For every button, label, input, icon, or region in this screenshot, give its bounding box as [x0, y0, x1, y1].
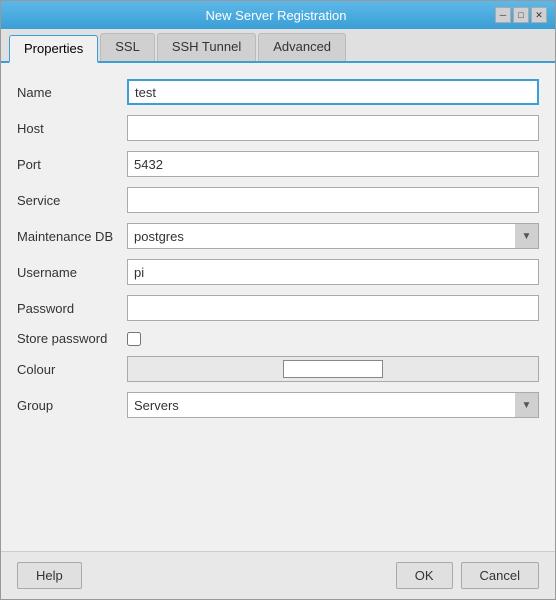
group-label: Group: [17, 398, 127, 413]
window-title: New Server Registration: [57, 8, 495, 23]
username-label: Username: [17, 265, 127, 280]
tab-ssh-tunnel[interactable]: SSH Tunnel: [157, 33, 256, 61]
name-label: Name: [17, 85, 127, 100]
username-row: Username: [17, 259, 539, 285]
port-label: Port: [17, 157, 127, 172]
port-row: Port: [17, 151, 539, 177]
tab-properties[interactable]: Properties: [9, 35, 98, 63]
password-row: Password: [17, 295, 539, 321]
maintenance-db-select[interactable]: postgres: [127, 223, 539, 249]
cancel-button[interactable]: Cancel: [461, 562, 539, 589]
tab-advanced[interactable]: Advanced: [258, 33, 346, 61]
host-input[interactable]: [127, 115, 539, 141]
close-button[interactable]: ✕: [531, 7, 547, 23]
colour-label: Colour: [17, 362, 127, 377]
maintenance-db-wrapper: postgres ▼: [127, 223, 539, 249]
footer: Help OK Cancel: [1, 551, 555, 599]
minimize-button[interactable]: ─: [495, 7, 511, 23]
password-input[interactable]: [127, 295, 539, 321]
host-row: Host: [17, 115, 539, 141]
name-input[interactable]: [127, 79, 539, 105]
colour-row: Colour: [17, 356, 539, 382]
service-input[interactable]: [127, 187, 539, 213]
host-label: Host: [17, 121, 127, 136]
service-row: Service: [17, 187, 539, 213]
port-input[interactable]: [127, 151, 539, 177]
footer-right: OK Cancel: [396, 562, 539, 589]
username-input[interactable]: [127, 259, 539, 285]
group-wrapper: Servers ▼: [127, 392, 539, 418]
name-row: Name: [17, 79, 539, 105]
store-password-checkbox[interactable]: [127, 332, 141, 346]
main-window: New Server Registration ─ □ ✕ Properties…: [0, 0, 556, 600]
title-bar: New Server Registration ─ □ ✕: [1, 1, 555, 29]
store-password-wrapper: [127, 332, 141, 346]
colour-bar[interactable]: [127, 356, 539, 382]
maintenance-db-label: Maintenance DB: [17, 229, 127, 244]
group-row: Group Servers ▼: [17, 392, 539, 418]
tab-bar: Properties SSL SSH Tunnel Advanced: [1, 29, 555, 63]
password-label: Password: [17, 301, 127, 316]
group-select[interactable]: Servers: [127, 392, 539, 418]
maintenance-db-row: Maintenance DB postgres ▼: [17, 223, 539, 249]
ok-button[interactable]: OK: [396, 562, 453, 589]
store-password-label: Store password: [17, 331, 127, 346]
restore-button[interactable]: □: [513, 7, 529, 23]
tab-ssl[interactable]: SSL: [100, 33, 155, 61]
form-content: Name Host Port Service Maintenance DB po…: [1, 63, 555, 551]
help-button[interactable]: Help: [17, 562, 82, 589]
colour-swatch[interactable]: [283, 360, 383, 378]
window-controls: ─ □ ✕: [495, 7, 547, 23]
service-label: Service: [17, 193, 127, 208]
store-password-row: Store password: [17, 331, 539, 346]
